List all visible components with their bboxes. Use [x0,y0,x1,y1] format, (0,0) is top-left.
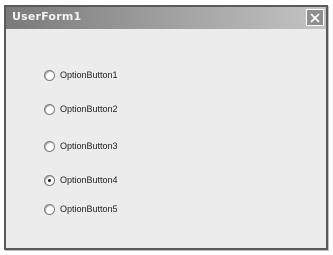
option-button-1[interactable]: OptionButton1 [44,68,118,82]
option-button-2[interactable]: OptionButton2 [44,102,118,116]
option-label: OptionButton3 [60,141,118,151]
form-client-area: OptionButton1 OptionButton2 OptionButton… [6,29,326,248]
close-button[interactable] [306,9,324,26]
radio-circle-icon[interactable] [44,203,55,215]
option-button-5[interactable]: OptionButton5 [44,202,118,216]
userform-window: UserForm1 OptionButton1 OptionButton2 Op… [4,5,328,250]
option-label: OptionButton1 [60,70,118,80]
close-icon [310,12,320,23]
radio-circle-icon[interactable] [44,174,55,186]
window-title: UserForm1 [12,10,82,23]
radio-selected-dot [48,178,51,182]
option-button-4[interactable]: OptionButton4 [44,173,118,187]
title-bar[interactable]: UserForm1 [6,7,326,29]
option-label: OptionButton5 [60,204,118,214]
radio-circle-icon[interactable] [44,69,55,81]
radio-circle-icon[interactable] [44,103,55,115]
radio-circle-icon[interactable] [44,140,55,152]
option-button-3[interactable]: OptionButton3 [44,139,118,153]
option-label: OptionButton2 [60,104,118,114]
option-label: OptionButton4 [60,175,118,185]
